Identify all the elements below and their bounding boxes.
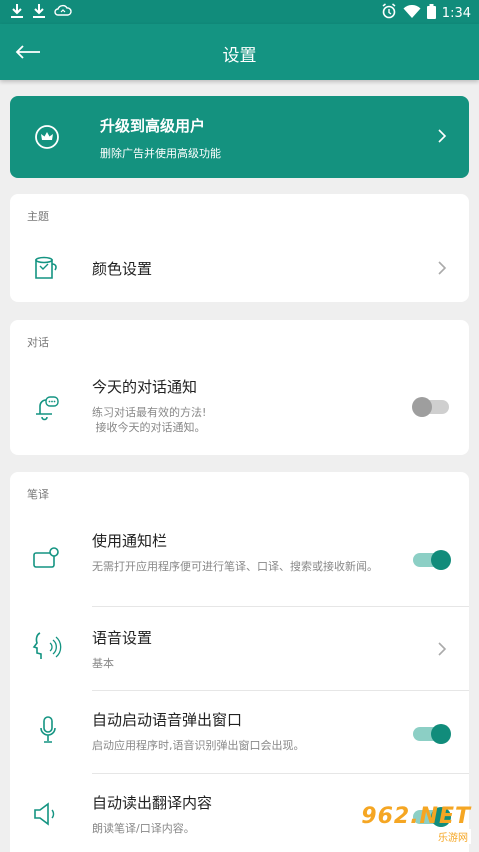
- notification-bar-row[interactable]: 使用通知栏 无需打开应用程序便可进行笔译、口译、搜索或接收新闻。: [10, 516, 469, 606]
- chevron-right-icon: [437, 260, 447, 280]
- daily-dialog-desc-line2: 接收今天的对话通知。: [92, 421, 206, 434]
- chevron-right-icon: [437, 641, 447, 661]
- premium-subtitle: 删除广告并使用高级功能: [100, 147, 221, 160]
- dialog-card: 对话 今天的对话通知 练习对话最有效的方法! 接收今天的对话通知。: [10, 320, 469, 455]
- paint-bucket-icon: [32, 254, 60, 286]
- color-setting-row[interactable]: 颜色设置: [10, 238, 469, 298]
- speaker-icon: [32, 800, 60, 832]
- daily-dialog-toggle[interactable]: [412, 397, 449, 417]
- premium-upgrade-banner[interactable]: 升级到高级用户 删除广告并使用高级功能: [10, 96, 469, 178]
- auto-voice-popup-toggle[interactable]: [413, 724, 451, 744]
- notification-card-icon: [32, 546, 60, 574]
- section-label-theme: 主题: [27, 210, 49, 223]
- section-label-dialog: 对话: [27, 336, 49, 349]
- color-setting-title: 颜色设置: [92, 260, 153, 278]
- notification-bar-title: 使用通知栏: [92, 532, 168, 550]
- alarm-icon: [381, 3, 397, 23]
- voice-settings-row[interactable]: 语音设置 基本: [10, 607, 469, 690]
- translate-card: 笔译 使用通知栏 无需打开应用程序便可进行笔译、口译、搜索或接收新闻。 语音设置…: [10, 472, 469, 852]
- voice-settings-desc: 基本: [92, 657, 114, 670]
- auto-voice-popup-title: 自动启动语音弹出窗口: [92, 711, 243, 729]
- bell-chat-icon: [32, 394, 60, 426]
- wifi-icon: [403, 4, 421, 23]
- auto-read-title: 自动读出翻译内容: [92, 794, 213, 812]
- toggle-knob: [431, 550, 451, 570]
- daily-dialog-notification-row[interactable]: 今天的对话通知 练习对话最有效的方法! 接收今天的对话通知。: [10, 364, 469, 452]
- status-bar: 1:34: [0, 0, 479, 24]
- auto-voice-popup-desc: 启动应用程序时,语音识别弹出窗口会出现。: [92, 739, 305, 752]
- watermark-sub: 乐游网: [435, 829, 471, 844]
- premium-title: 升级到高级用户: [100, 117, 206, 135]
- auto-read-desc: 朗读笔译/口译内容。: [92, 822, 195, 835]
- microphone-icon: [38, 715, 58, 749]
- voice-head-icon: [32, 631, 62, 667]
- crown-icon: [34, 124, 60, 154]
- watermark-logo: 962.NET 乐游网: [361, 804, 471, 844]
- status-time: 1:34: [441, 5, 471, 21]
- battery-icon: [426, 3, 436, 23]
- download-icon: [10, 3, 24, 23]
- watermark-number: 962.NET: [361, 804, 471, 829]
- voice-settings-title: 语音设置: [92, 629, 153, 647]
- auto-voice-popup-row[interactable]: 自动启动语音弹出窗口 启动应用程序时,语音识别弹出窗口会出现。: [10, 691, 469, 773]
- daily-dialog-desc-line1: 练习对话最有效的方法!: [92, 406, 207, 419]
- toggle-knob: [431, 724, 451, 744]
- section-label-translate: 笔译: [27, 488, 49, 501]
- download-icon: [32, 3, 46, 23]
- cloud-sync-icon: [54, 3, 72, 23]
- daily-dialog-title: 今天的对话通知: [92, 378, 198, 396]
- theme-card: 主题 颜色设置: [10, 194, 469, 302]
- notification-bar-desc: 无需打开应用程序便可进行笔译、口译、搜索或接收新闻。: [92, 560, 378, 573]
- app-bar: 设置: [0, 24, 479, 80]
- toggle-knob: [412, 397, 432, 417]
- chevron-right-icon: [437, 128, 447, 148]
- notification-bar-toggle[interactable]: [413, 550, 451, 570]
- page-title: 设置: [222, 46, 257, 66]
